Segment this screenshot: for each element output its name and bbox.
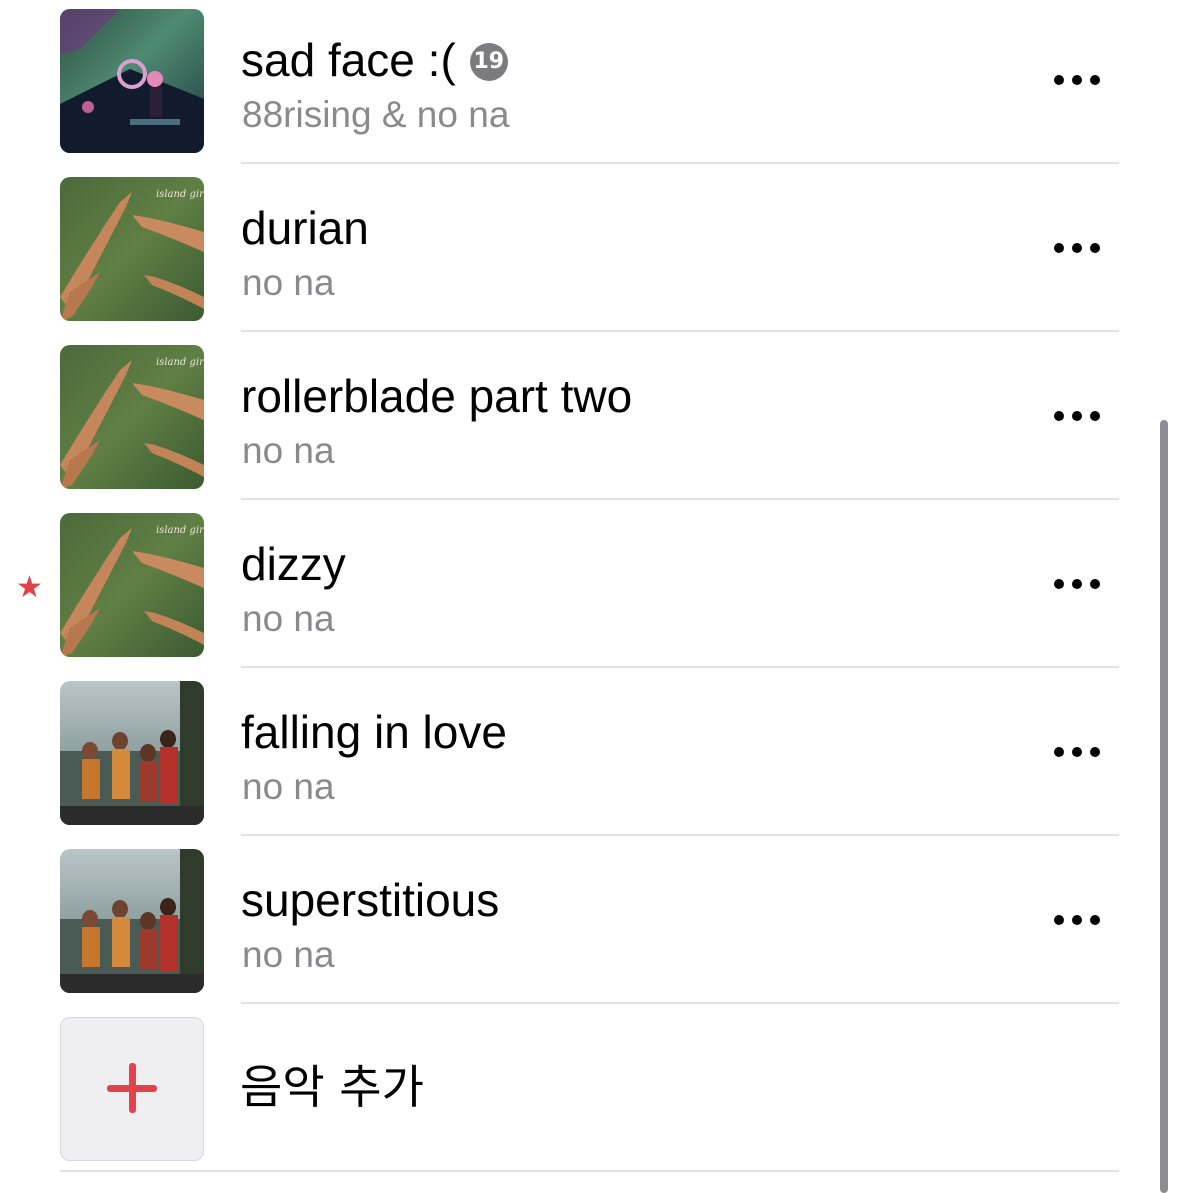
album-artwork: island girl xyxy=(60,177,204,321)
album-artwork: island girl xyxy=(60,513,204,657)
track-title-text: sad face :( xyxy=(241,34,456,86)
svg-text:island girl: island girl xyxy=(156,525,204,536)
track-row[interactable]: ★ island girl dizzy no na xyxy=(0,504,1179,672)
ellipsis-icon xyxy=(1054,243,1064,253)
row-divider xyxy=(241,666,1119,668)
ellipsis-icon xyxy=(1054,579,1064,589)
ellipsis-icon xyxy=(1054,747,1064,757)
more-options-button[interactable] xyxy=(1048,732,1108,772)
more-options-button[interactable] xyxy=(1048,900,1108,940)
row-divider xyxy=(241,498,1119,500)
album-artwork: island girl xyxy=(60,345,204,489)
more-options-button[interactable] xyxy=(1048,564,1108,604)
sad-face-cover-art xyxy=(60,9,204,153)
island-girl-cover-art: island girl xyxy=(60,345,204,489)
track-title: sad face :( 19 xyxy=(241,37,508,83)
album-artwork xyxy=(60,849,204,993)
track-title: rollerblade part two xyxy=(241,370,633,422)
track-artist: no na xyxy=(242,262,335,303)
track-title: superstitious xyxy=(241,874,500,926)
more-options-button[interactable] xyxy=(1048,60,1108,100)
more-options-button[interactable] xyxy=(1048,228,1108,268)
ellipsis-icon xyxy=(1054,915,1064,925)
track-title: falling in love xyxy=(241,706,507,758)
island-girl-cover-art: island girl xyxy=(60,177,204,321)
star-icon: ★ xyxy=(16,571,43,604)
ellipsis-icon xyxy=(1054,75,1064,85)
track-row[interactable]: island girl rollerblade part two no na xyxy=(0,336,1179,504)
explicit-badge: 19 xyxy=(469,43,508,81)
group-photo-cover-art xyxy=(60,681,204,825)
ellipsis-icon xyxy=(1054,411,1064,421)
more-options-button[interactable] xyxy=(1048,396,1108,436)
add-music-button[interactable] xyxy=(60,1017,204,1161)
row-divider xyxy=(241,162,1119,164)
album-artwork xyxy=(60,9,204,153)
row-divider xyxy=(241,1002,1119,1004)
track-artist: 88rising & no na xyxy=(242,94,510,135)
track-artist: no na xyxy=(242,598,335,639)
svg-text:island girl: island girl xyxy=(156,357,204,368)
album-artwork xyxy=(60,681,204,825)
list-end-divider xyxy=(60,1170,1119,1172)
row-divider xyxy=(241,330,1119,332)
track-title: durian xyxy=(241,202,369,254)
track-title: dizzy xyxy=(241,538,346,590)
row-divider xyxy=(241,834,1119,836)
island-girl-cover-art: island girl xyxy=(60,513,204,657)
svg-text:island girl: island girl xyxy=(156,189,204,200)
track-row[interactable]: superstitious no na xyxy=(0,840,1179,1008)
scrollbar[interactable] xyxy=(1160,420,1168,1193)
track-row[interactable]: sad face :( 19 88rising & no na xyxy=(0,0,1179,168)
track-artist: no na xyxy=(242,430,335,471)
track-artist: no na xyxy=(242,934,335,975)
track-artist: no na xyxy=(242,766,335,807)
track-row[interactable]: falling in love no na xyxy=(0,672,1179,840)
add-music-label[interactable]: 음악 추가 xyxy=(240,1064,424,1110)
group-photo-cover-art xyxy=(60,849,204,993)
track-row[interactable]: island girl durian no na xyxy=(0,168,1179,336)
